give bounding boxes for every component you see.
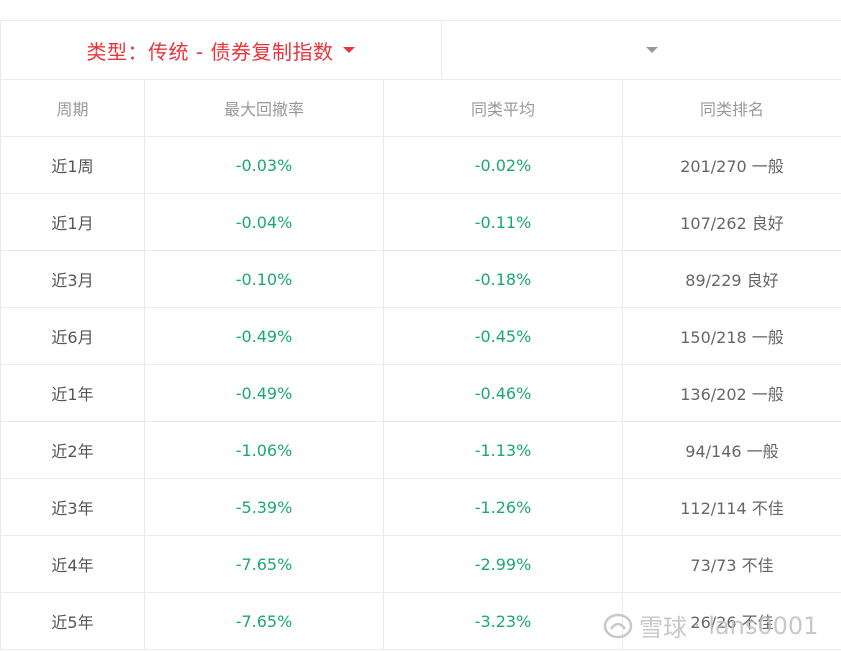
header-period: 周期 xyxy=(0,80,145,136)
max-drawdown-cell: -0.10% xyxy=(145,251,384,307)
period-cell: 近6月 xyxy=(0,308,145,364)
rank-cell: 94/146 一般 xyxy=(685,442,779,461)
max-drawdown-cell: -5.39% xyxy=(145,479,384,535)
type-dropdown[interactable]: 类型：传统 - 债券复制指数 xyxy=(0,21,442,79)
header-max-drawdown: 最大回撤率 xyxy=(145,80,384,136)
rank-cell: 26/26 不佳 xyxy=(690,613,774,632)
period-cell: 近1周 xyxy=(0,137,145,193)
average-cell: -0.45% xyxy=(384,308,623,364)
rank-cell: 112/114 不佳 xyxy=(680,499,784,518)
caret-down-icon xyxy=(343,47,356,53)
table-row: 近1年 -0.49% -0.46% 136/202 一般 xyxy=(0,365,841,422)
period-cell: 近1年 xyxy=(0,365,145,421)
table-row: 近5年 -7.65% -3.23% 26/26 不佳 xyxy=(0,593,841,650)
period-cell: 近3月 xyxy=(0,251,145,307)
table-header-row: 周期 最大回撤率 同类平均 同类排名 xyxy=(0,80,841,137)
period-cell: 近2年 xyxy=(0,422,145,478)
average-cell: -0.18% xyxy=(384,251,623,307)
caret-down-icon xyxy=(645,47,658,53)
average-cell: -0.46% xyxy=(384,365,623,421)
average-cell: -1.26% xyxy=(384,479,623,535)
rank-cell: 107/262 良好 xyxy=(680,214,784,233)
rank-cell: 136/202 一般 xyxy=(680,385,784,404)
max-drawdown-cell: -7.65% xyxy=(145,593,384,649)
average-cell: -1.13% xyxy=(384,422,623,478)
table-row: 近1月 -0.04% -0.11% 107/262 良好 xyxy=(0,194,841,251)
drawdown-page: 类型：传统 - 债券复制指数 周期 最大回撤率 同类平均 同类排名 近1周 -0… xyxy=(0,0,841,651)
max-drawdown-cell: -0.49% xyxy=(145,308,384,364)
drawdown-table: 周期 最大回撤率 同类平均 同类排名 近1周 -0.03% -0.02% 201… xyxy=(0,80,841,650)
secondary-dropdown[interactable] xyxy=(442,21,841,79)
max-drawdown-cell: -0.49% xyxy=(145,365,384,421)
table-row: 近4年 -7.65% -2.99% 73/73 不佳 xyxy=(0,536,841,593)
header-category-average: 同类平均 xyxy=(384,80,623,136)
table-row: 近1周 -0.03% -0.02% 201/270 一般 xyxy=(0,137,841,194)
type-dropdown-label: 类型：传统 - 债券复制指数 xyxy=(86,39,334,64)
max-drawdown-cell: -0.04% xyxy=(145,194,384,250)
table-row: 近6月 -0.49% -0.45% 150/218 一般 xyxy=(0,308,841,365)
rank-cell: 150/218 一般 xyxy=(680,328,784,347)
table-row: 近3年 -5.39% -1.26% 112/114 不佳 xyxy=(0,479,841,536)
average-cell: -3.23% xyxy=(384,593,623,649)
table-row: 近3月 -0.10% -0.18% 89/229 良好 xyxy=(0,251,841,308)
average-cell: -0.11% xyxy=(384,194,623,250)
period-cell: 近5年 xyxy=(0,593,145,649)
rank-cell: 201/270 一般 xyxy=(680,157,784,176)
header-category-rank: 同类排名 xyxy=(699,100,764,119)
table-row: 近2年 -1.06% -1.13% 94/146 一般 xyxy=(0,422,841,479)
filter-bar: 类型：传统 - 债券复制指数 xyxy=(0,20,841,80)
period-cell: 近4年 xyxy=(0,536,145,592)
max-drawdown-cell: -7.65% xyxy=(145,536,384,592)
max-drawdown-cell: -0.03% xyxy=(145,137,384,193)
max-drawdown-cell: -1.06% xyxy=(145,422,384,478)
period-cell: 近3年 xyxy=(0,479,145,535)
average-cell: -2.99% xyxy=(384,536,623,592)
period-cell: 近1月 xyxy=(0,194,145,250)
rank-cell: 89/229 良好 xyxy=(685,271,779,290)
average-cell: -0.02% xyxy=(384,137,623,193)
rank-cell: 73/73 不佳 xyxy=(690,556,774,575)
